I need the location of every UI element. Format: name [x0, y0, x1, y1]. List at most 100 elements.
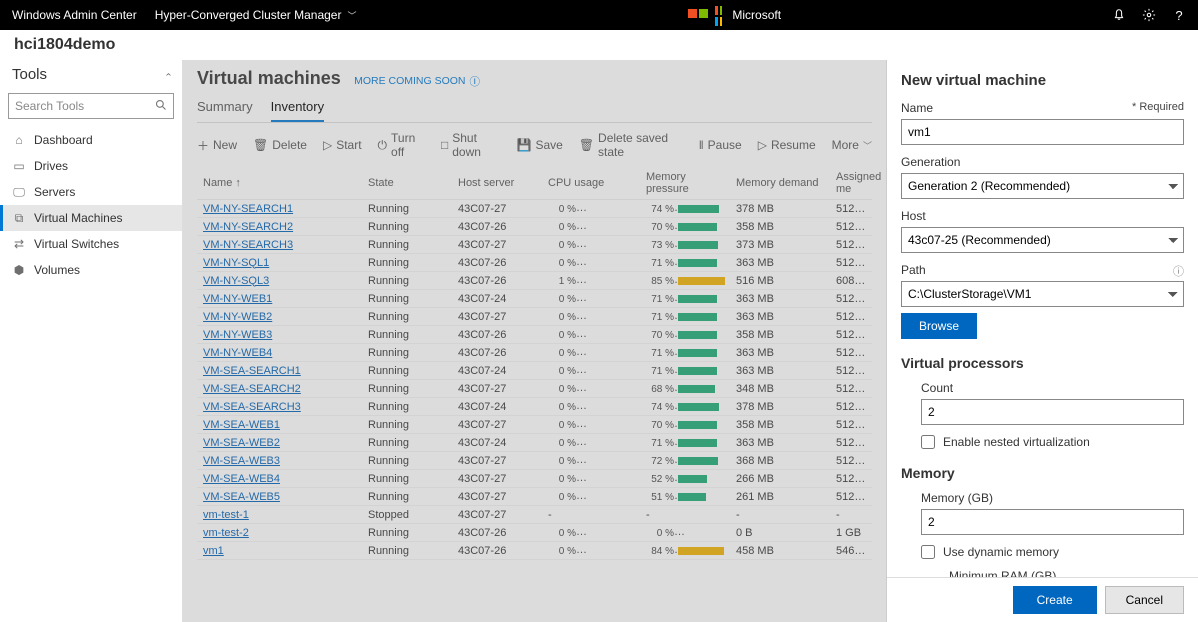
- sidebar-item-virtual-switches[interactable]: ⇄Virtual Switches: [0, 231, 182, 257]
- vm-link[interactable]: VM-NY-SEARCH3: [203, 239, 293, 251]
- vm-link[interactable]: VM-NY-SEARCH2: [203, 221, 293, 233]
- vm-link[interactable]: VM-NY-WEB3: [203, 329, 272, 341]
- generation-select[interactable]: Generation 2 (Recommended): [901, 173, 1184, 199]
- table-row[interactable]: VM-NY-WEB3Running43C07-260 %70 %358 MB51…: [197, 326, 872, 344]
- nested-checkbox[interactable]: Enable nested virtualization: [921, 435, 1184, 449]
- resume-button[interactable]: ▷Resume: [758, 138, 816, 152]
- vm-link[interactable]: vm-test-2: [203, 527, 249, 539]
- vm-memory-demand: 358 MB: [730, 326, 830, 344]
- pause-button[interactable]: ‖Pause: [699, 138, 742, 152]
- table-row[interactable]: VM-NY-SEARCH2Running43C07-260 %70 %358 M…: [197, 218, 872, 236]
- delete-button[interactable]: 🗑Delete: [253, 138, 307, 152]
- vm-link[interactable]: VM-NY-WEB2: [203, 311, 272, 323]
- count-input[interactable]: [921, 399, 1184, 425]
- sidebar-item-drives[interactable]: ▭Drives: [0, 153, 182, 179]
- table-row[interactable]: VM-NY-WEB4Running43C07-260 %71 %363 MB51…: [197, 344, 872, 362]
- vm-assigned-memory: 512 MB: [830, 308, 872, 326]
- bell-icon[interactable]: [1112, 8, 1126, 22]
- top-bar: Windows Admin Center Hyper-Converged Clu…: [0, 0, 1198, 30]
- more-button[interactable]: More ﹀: [832, 138, 872, 152]
- vm-memory-pressure: 71 %: [640, 434, 730, 452]
- table-row[interactable]: VM-SEA-SEARCH3Running43C07-240 %74 %378 …: [197, 398, 872, 416]
- vm-link[interactable]: VM-SEA-SEARCH1: [203, 365, 301, 377]
- vm-assigned-memory: 512 MB: [830, 344, 872, 362]
- collapse-icon[interactable]: ‹: [163, 73, 174, 76]
- table-row[interactable]: vm1Running43C07-260 %84 %458 MB546 MB: [197, 542, 872, 560]
- vm-link[interactable]: vm1: [203, 545, 224, 557]
- column-header[interactable]: Memory demand: [730, 167, 830, 200]
- column-header[interactable]: State: [362, 167, 452, 200]
- column-header[interactable]: Name ↑: [197, 167, 362, 200]
- create-button[interactable]: Create: [1013, 586, 1097, 614]
- turnoff-button[interactable]: ⏻Turn off: [378, 131, 425, 159]
- table-row[interactable]: VM-SEA-WEB4Running43C07-270 %52 %266 MB5…: [197, 470, 872, 488]
- shutdown-button[interactable]: □Shut down: [441, 131, 501, 159]
- vm-name-input[interactable]: [901, 119, 1184, 145]
- column-header[interactable]: Assigned me: [830, 167, 872, 200]
- vm-link[interactable]: VM-SEA-WEB1: [203, 419, 280, 431]
- table-row[interactable]: VM-NY-SEARCH1Running43C07-270 %74 %378 M…: [197, 200, 872, 218]
- vm-link[interactable]: vm-test-1: [203, 509, 249, 521]
- vm-link[interactable]: VM-SEA-WEB4: [203, 473, 280, 485]
- table-row[interactable]: vm-test-2Running43C07-260 %0 %0 B1 GB: [197, 524, 872, 542]
- column-header[interactable]: Memory pressure: [640, 167, 730, 200]
- tools-heading: Tools: [12, 66, 47, 83]
- vm-memory-pressure: 52 %: [640, 470, 730, 488]
- vm-assigned-memory: 512 MB: [830, 488, 872, 506]
- tab-inventory[interactable]: Inventory: [271, 99, 324, 122]
- host-select[interactable]: 43c07-25 (Recommended): [901, 227, 1184, 253]
- vm-cpu: 1 %: [542, 272, 640, 290]
- vm-link[interactable]: VM-SEA-WEB5: [203, 491, 280, 503]
- table-row[interactable]: VM-NY-SQL1Running43C07-260 %71 %363 MB51…: [197, 254, 872, 272]
- start-button[interactable]: ▷Start: [323, 138, 362, 152]
- dynmem-checkbox[interactable]: Use dynamic memory: [921, 545, 1184, 559]
- column-header[interactable]: Host server: [452, 167, 542, 200]
- column-header[interactable]: CPU usage: [542, 167, 640, 200]
- table-row[interactable]: VM-NY-SQL3Running43C07-261 %85 %516 MB60…: [197, 272, 872, 290]
- sidebar-item-volumes[interactable]: ⬢Volumes: [0, 257, 182, 283]
- table-row[interactable]: VM-SEA-SEARCH2Running43C07-270 %68 %348 …: [197, 380, 872, 398]
- browse-button[interactable]: Browse: [901, 313, 977, 339]
- new-button[interactable]: ＋New: [197, 137, 237, 154]
- delete-saved-button[interactable]: 🗑Delete saved state: [579, 131, 683, 159]
- context-switcher[interactable]: Hyper-Converged Cluster Manager ﹀: [155, 8, 357, 22]
- sidebar-item-dashboard[interactable]: ⌂Dashboard: [0, 127, 182, 153]
- vm-host: 43C07-27: [452, 380, 542, 398]
- more-coming-link[interactable]: MORE COMING SOON ⓘ: [354, 74, 480, 89]
- nav-icon: ⇄: [12, 237, 26, 251]
- cancel-button[interactable]: Cancel: [1105, 586, 1184, 614]
- table-row[interactable]: VM-SEA-SEARCH1Running43C07-240 %71 %363 …: [197, 362, 872, 380]
- vm-assigned-memory: 512 MB: [830, 434, 872, 452]
- memory-input[interactable]: [921, 509, 1184, 535]
- table-row[interactable]: VM-NY-WEB1Running43C07-240 %71 %363 MB51…: [197, 290, 872, 308]
- vm-cpu: 0 %: [542, 416, 640, 434]
- vm-link[interactable]: VM-NY-WEB1: [203, 293, 272, 305]
- table-row[interactable]: VM-SEA-WEB1Running43C07-270 %70 %358 MB5…: [197, 416, 872, 434]
- vm-link[interactable]: VM-SEA-SEARCH3: [203, 401, 301, 413]
- path-select[interactable]: C:\ClusterStorage\VM1: [901, 281, 1184, 307]
- vm-link[interactable]: VM-SEA-SEARCH2: [203, 383, 301, 395]
- vm-link[interactable]: VM-NY-SQL1: [203, 257, 269, 269]
- vm-link[interactable]: VM-SEA-WEB3: [203, 455, 280, 467]
- vm-memory-demand: 363 MB: [730, 290, 830, 308]
- tab-summary[interactable]: Summary: [197, 99, 253, 122]
- sidebar-item-servers[interactable]: 🖵Servers: [0, 179, 182, 205]
- save-button[interactable]: 💾Save: [517, 138, 563, 152]
- table-row[interactable]: vm-test-1Stopped43C07-27----: [197, 506, 872, 524]
- vm-link[interactable]: VM-NY-WEB4: [203, 347, 272, 359]
- gear-icon[interactable]: [1142, 8, 1156, 22]
- vm-link[interactable]: VM-SEA-WEB2: [203, 437, 280, 449]
- table-row[interactable]: VM-NY-SEARCH3Running43C07-270 %73 %373 M…: [197, 236, 872, 254]
- vm-link[interactable]: VM-NY-SEARCH1: [203, 203, 293, 215]
- table-row[interactable]: VM-NY-WEB2Running43C07-270 %71 %363 MB51…: [197, 308, 872, 326]
- info-icon[interactable]: ⓘ: [1173, 263, 1184, 279]
- table-row[interactable]: VM-SEA-WEB2Running43C07-240 %71 %363 MB5…: [197, 434, 872, 452]
- help-icon[interactable]: ?: [1172, 8, 1186, 22]
- sidebar-item-virtual-machines[interactable]: ⧉Virtual Machines: [0, 205, 182, 231]
- tools-search[interactable]: Search Tools: [8, 93, 174, 119]
- table-row[interactable]: VM-SEA-WEB5Running43C07-270 %51 %261 MB5…: [197, 488, 872, 506]
- vm-memory-pressure: 71 %: [640, 344, 730, 362]
- vm-memory-pressure: 74 %: [640, 200, 730, 218]
- table-row[interactable]: VM-SEA-WEB3Running43C07-270 %72 %368 MB5…: [197, 452, 872, 470]
- vm-link[interactable]: VM-NY-SQL3: [203, 275, 269, 287]
